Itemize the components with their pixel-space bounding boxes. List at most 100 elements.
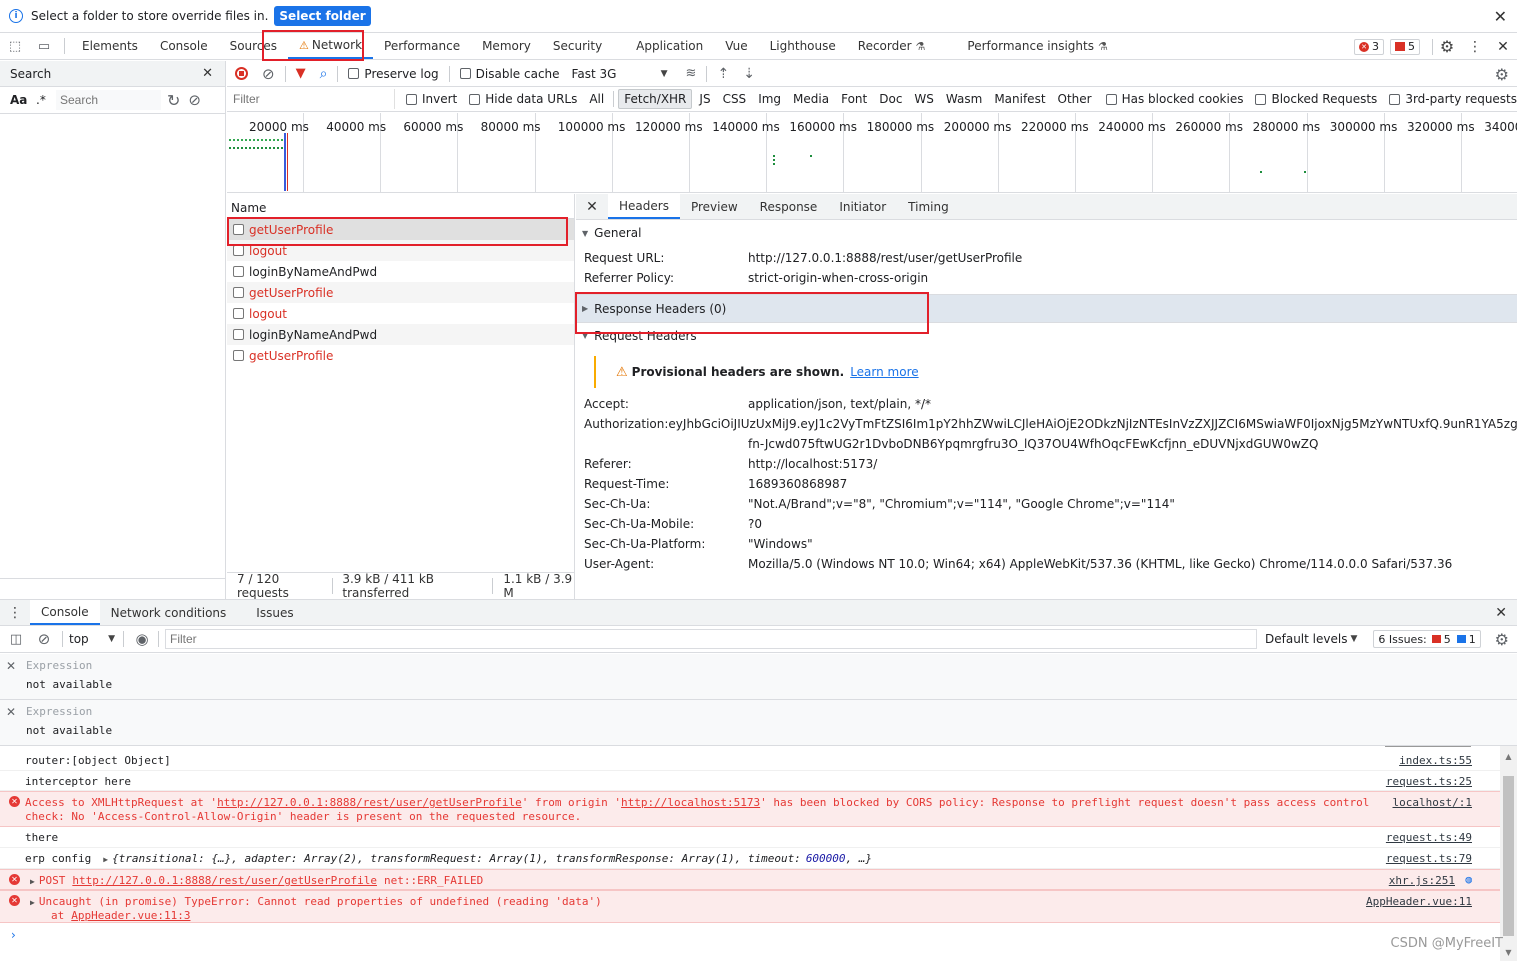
import-har-icon[interactable]: ⇡: [717, 66, 729, 82]
tab-elements[interactable]: Elements: [71, 33, 149, 59]
console-filter-input[interactable]: [165, 629, 1257, 649]
source-link[interactable]: AppHeader.vue:11: [1366, 895, 1472, 908]
tab-security[interactable]: Security: [542, 33, 613, 59]
refresh-icon[interactable]: ↻: [167, 91, 180, 110]
type-filter-ws[interactable]: WS: [909, 90, 938, 108]
type-filter-font[interactable]: Font: [836, 90, 872, 108]
request-row[interactable]: getUserProfile: [227, 282, 574, 303]
third-party-checkbox[interactable]: [1389, 93, 1401, 105]
source-link[interactable]: index.ts:55: [1399, 754, 1472, 767]
detail-tab-preview[interactable]: Preview: [680, 194, 749, 219]
close-search-icon[interactable]: ✕: [202, 66, 213, 81]
expression-label[interactable]: Expression: [26, 659, 92, 672]
close-infobar-icon[interactable]: ✕: [1494, 7, 1507, 26]
request-row[interactable]: logout: [227, 240, 574, 261]
expand-triangle-icon[interactable]: ▶: [30, 898, 35, 907]
scroll-thumb[interactable]: [1503, 776, 1514, 936]
drawer-tab-console[interactable]: Console: [30, 600, 100, 625]
source-link[interactable]: request.ts:79: [1386, 852, 1472, 865]
request-checkbox[interactable]: [233, 287, 244, 298]
network-panel-link-icon[interactable]: ◍: [1465, 873, 1472, 886]
request-checkbox[interactable]: [233, 224, 244, 235]
object-preview[interactable]: {transitional: {…}, adapter: Array(2), t…: [112, 852, 801, 865]
general-section-header[interactable]: ▼ General: [576, 220, 1517, 246]
regex-toggle[interactable]: .*: [36, 93, 56, 107]
detail-tab-initiator[interactable]: Initiator: [828, 194, 897, 219]
type-filter-other[interactable]: Other: [1053, 90, 1097, 108]
tab-performance[interactable]: Performance: [373, 33, 471, 59]
blocked-requests-checkbox[interactable]: [1255, 93, 1267, 105]
tab-console[interactable]: Console: [149, 33, 219, 59]
preserve-log-checkbox[interactable]: [348, 68, 360, 79]
request-row[interactable]: getUserProfile: [227, 219, 574, 240]
source-link[interactable]: request.ts:49: [1386, 831, 1472, 844]
console-prompt[interactable]: ›: [0, 925, 1500, 949]
live-expression-eye-icon[interactable]: ◉: [132, 630, 152, 648]
request-row[interactable]: loginByNameAndPwd: [227, 261, 574, 282]
request-checkbox[interactable]: [233, 308, 244, 319]
source-link[interactable]: xhr.js:251: [1389, 874, 1455, 887]
hide-data-urls-checkbox[interactable]: [469, 93, 481, 105]
sidebar-toggle-icon[interactable]: ◫: [0, 632, 32, 647]
type-filter-img[interactable]: Img: [753, 90, 786, 108]
log-levels-select[interactable]: Default levels ▼: [1265, 632, 1357, 646]
detail-tab-timing[interactable]: Timing: [897, 194, 960, 219]
scroll-up-arrow-icon[interactable]: ▲: [1500, 752, 1517, 761]
request-row[interactable]: getUserProfile: [227, 345, 574, 366]
request-checkbox[interactable]: [233, 266, 244, 277]
type-filter-css[interactable]: CSS: [718, 90, 752, 108]
request-row[interactable]: loginByNameAndPwd: [227, 324, 574, 345]
clear-search-icon[interactable]: ⊘: [188, 91, 201, 109]
more-menu-icon[interactable]: ⋮: [1461, 39, 1489, 55]
type-filter-all[interactable]: All: [584, 90, 609, 108]
close-detail-icon[interactable]: ✕: [576, 199, 608, 215]
invert-checkbox[interactable]: [405, 93, 417, 105]
request-row[interactable]: logout: [227, 303, 574, 324]
request-headers-section[interactable]: ▼ Request Headers: [576, 322, 1517, 348]
tab-performance-insights[interactable]: Performance insights ⚗: [956, 33, 1118, 59]
tab-application[interactable]: Application: [625, 33, 714, 59]
type-filter-js[interactable]: JS: [694, 90, 715, 108]
tab-recorder[interactable]: Recorder ⚗: [847, 33, 937, 59]
source-link[interactable]: request.ts:25: [1386, 775, 1472, 788]
search-icon[interactable]: ⌕: [320, 66, 328, 82]
device-toolbar-icon[interactable]: ▭: [30, 39, 58, 54]
filter-funnel-icon[interactable]: ▼: [296, 66, 306, 81]
console-settings-icon[interactable]: ⚙: [1495, 630, 1509, 649]
tab-lighthouse[interactable]: Lighthouse: [759, 33, 847, 59]
request-checkbox[interactable]: [233, 329, 244, 340]
close-devtools-icon[interactable]: ✕: [1489, 39, 1517, 55]
expand-triangle-icon[interactable]: ▶: [103, 855, 108, 864]
close-drawer-icon[interactable]: ✕: [1495, 605, 1507, 621]
name-column-header[interactable]: Name: [231, 201, 266, 215]
network-conditions-icon[interactable]: ≋: [686, 66, 697, 81]
response-headers-section[interactable]: ▶ Response Headers (0): [576, 294, 1517, 322]
disable-cache-checkbox[interactable]: [459, 68, 471, 79]
url-link[interactable]: http://localhost:5173: [621, 796, 760, 809]
network-settings-icon[interactable]: ⚙: [1495, 65, 1509, 84]
match-case-toggle[interactable]: Aa: [10, 93, 36, 107]
settings-gear-icon[interactable]: ⚙: [1433, 37, 1461, 56]
expand-triangle-icon[interactable]: ▶: [30, 877, 35, 886]
request-checkbox[interactable]: [233, 350, 244, 361]
context-select[interactable]: top ▼: [69, 632, 115, 646]
drawer-tab-issues[interactable]: Issues: [245, 600, 304, 625]
search-input[interactable]: [56, 90, 161, 110]
inspect-element-icon[interactable]: ⬚: [0, 39, 30, 54]
remove-expression-icon[interactable]: ✕: [6, 659, 16, 673]
request-checkbox[interactable]: [233, 245, 244, 256]
issue-count-badge[interactable]: 5: [1390, 38, 1420, 55]
tab-vue[interactable]: Vue: [714, 33, 758, 59]
network-filter-input[interactable]: [227, 89, 395, 109]
type-filter-manifest[interactable]: Manifest: [989, 90, 1050, 108]
type-filter-wasm[interactable]: Wasm: [941, 90, 987, 108]
throttle-select[interactable]: Fast 3G ▼: [572, 67, 668, 81]
learn-more-link[interactable]: Learn more: [850, 365, 918, 379]
type-filter-doc[interactable]: Doc: [874, 90, 907, 108]
has-blocked-cookies-checkbox[interactable]: [1105, 93, 1117, 105]
timeline-overview[interactable]: 20000 ms 40000 ms 60000 ms 80000 ms 100000 m…: [227, 113, 1517, 193]
select-folder-button[interactable]: Select folder: [274, 6, 371, 26]
clear-log-icon[interactable]: ⊘: [262, 65, 275, 83]
expression-label[interactable]: Expression: [26, 705, 92, 718]
url-link[interactable]: http://127.0.0.1:8888/rest/user/getUserP…: [72, 874, 377, 887]
